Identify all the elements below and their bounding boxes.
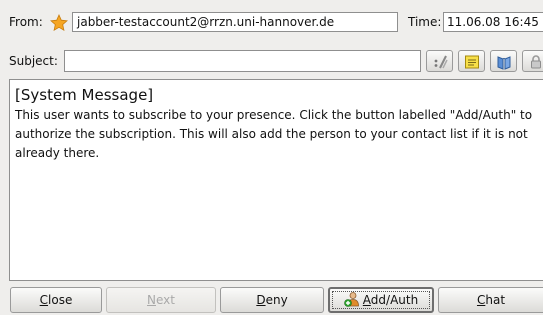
close-button-label: lose <box>48 293 73 307</box>
deny-button-mnemonic: D <box>256 293 266 307</box>
message-title: [System Message] <box>15 86 154 104</box>
deny-button-label: eny <box>265 293 288 307</box>
add-auth-button[interactable]: Add/Auth <box>328 287 434 313</box>
deny-button[interactable]: Deny <box>220 287 324 313</box>
chat-button[interactable]: Chat <box>438 287 543 313</box>
time-label: Time: <box>408 15 442 29</box>
book-button[interactable] <box>490 50 517 72</box>
next-button[interactable]: Next <box>106 287 216 313</box>
quote-reply-button[interactable] <box>426 50 453 72</box>
note-button[interactable] <box>458 50 485 72</box>
time-field: 11.06.08 16:45 <box>443 12 543 32</box>
add-auth-button-label: dd/Auth <box>370 293 419 307</box>
next-button-mnemonic: N <box>147 293 156 307</box>
lock-button[interactable] <box>522 50 543 72</box>
chat-button-label: hat <box>485 293 506 307</box>
message-body-area[interactable]: [System Message] This user wants to subs… <box>9 79 543 281</box>
from-label: From: <box>9 15 43 29</box>
next-button-label: ext <box>156 293 175 307</box>
close-button[interactable]: Close <box>10 287 102 313</box>
add-user-icon <box>343 291 361 315</box>
star-icon <box>50 14 68 35</box>
add-auth-button-mnemonic: A <box>362 293 371 307</box>
close-button-mnemonic: C <box>39 293 49 307</box>
message-text: This user wants to subscribe to your pre… <box>15 108 533 160</box>
from-field[interactable]: jabber-testaccount2@rrzn.uni-hannover.de <box>72 12 398 32</box>
subject-label: Subject: <box>9 54 58 68</box>
subject-input[interactable] <box>64 50 421 72</box>
